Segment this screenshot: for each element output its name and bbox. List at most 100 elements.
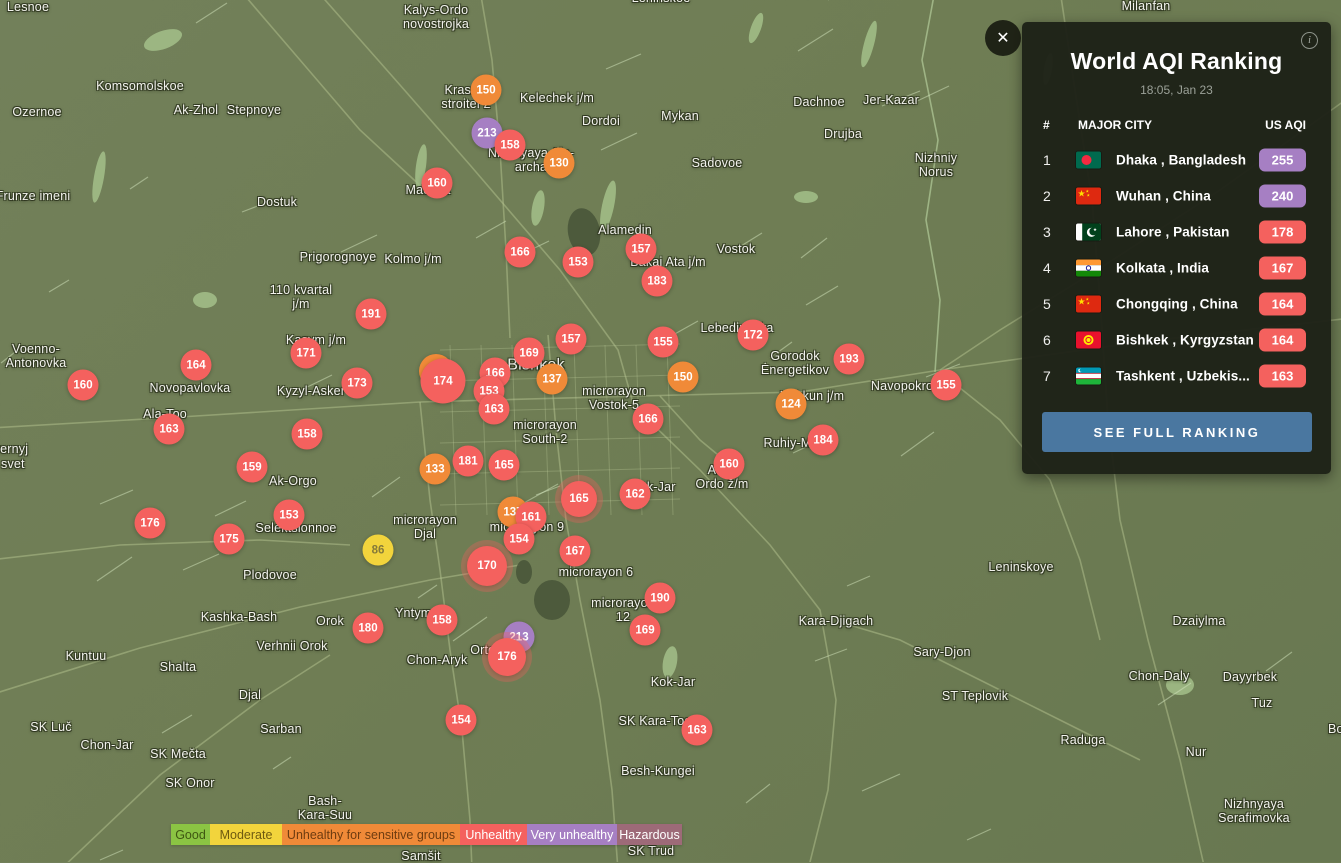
map-label: Kalys-Ordonovostrojka [403,3,469,31]
map-label: Dzaiylma [1173,614,1226,628]
map-label: Leninskoe [632,0,691,5]
aqi-marker[interactable]: 163 [682,715,713,746]
aqi-marker[interactable]: 158 [427,605,458,636]
svg-text:★: ★ [1087,193,1091,198]
map-label: Bash-Kara-Suu [298,794,352,822]
city-name: Tashkent , Uzbekis... [1116,369,1250,384]
aqi-marker[interactable]: 170 [467,546,507,586]
map-label: Stepnoye [227,103,281,117]
aqi-marker[interactable]: 153 [563,247,594,278]
aqi-marker[interactable]: 86 [363,535,394,566]
aqi-marker[interactable]: 154 [504,524,535,555]
legend-usg: Unhealthy for sensitive groups [282,824,460,845]
aqi-marker[interactable]: 124 [776,389,807,420]
legend-unhealthy: Unhealthy [460,824,527,845]
aqi-marker[interactable]: 184 [808,425,839,456]
map-label: Dordoi [582,114,620,128]
rank-number: 4 [1043,260,1051,276]
aqi-marker[interactable]: 159 [237,452,268,483]
aqi-marker[interactable]: 180 [353,613,384,644]
aqi-badge: 167 [1259,257,1306,280]
aqi-marker[interactable]: 174 [421,359,466,404]
aqi-marker[interactable]: 160 [422,168,453,199]
map-label: Prigorognoye [300,250,377,264]
map-label: Samšit [401,849,440,863]
flag-bd-icon [1076,152,1101,169]
aqi-marker[interactable]: 155 [648,327,679,358]
ranking-row-1[interactable]: 1Dhaka , Bangladesh255 [1022,142,1331,178]
aqi-marker[interactable]: 173 [342,368,373,399]
aqi-marker[interactable]: 166 [633,404,664,435]
aqi-marker[interactable]: 171 [291,338,322,369]
aqi-marker[interactable]: 157 [626,234,657,265]
ranking-row-5[interactable]: 5★★★Chongqing , China164 [1022,286,1331,322]
aqi-marker[interactable]: 162 [620,479,651,510]
aqi-marker[interactable]: 130 [544,148,575,179]
aqi-marker[interactable]: 153 [274,500,305,531]
aqi-marker[interactable]: 175 [214,524,245,555]
info-icon[interactable]: i [1301,32,1318,49]
aqi-marker[interactable]: 137 [537,364,568,395]
aqi-marker[interactable]: 157 [556,324,587,355]
aqi-marker[interactable]: 169 [514,338,545,369]
map-label: Novopavlovka [150,381,231,395]
see-full-ranking-button[interactable]: SEE FULL RANKING [1042,412,1312,452]
map-label: Mykan [661,109,699,123]
aqi-marker[interactable]: 154 [446,705,477,736]
aqi-badge: 163 [1259,365,1306,388]
aqi-marker[interactable]: 176 [135,508,166,539]
ranking-row-2[interactable]: 2★★★Wuhan , China240 [1022,178,1331,214]
map-label: Sadovoe [692,156,743,170]
aqi-marker[interactable]: 160 [714,449,745,480]
ranking-row-6[interactable]: 6Bishkek , Kyrgyzstan164 [1022,322,1331,358]
aqi-marker[interactable]: 191 [356,299,387,330]
map-label: Verhnii Orok [256,639,327,653]
aqi-marker[interactable]: 165 [561,481,597,517]
map-label: Nur [1186,745,1207,759]
aqi-marker[interactable]: 166 [505,237,536,268]
aqi-marker[interactable]: 158 [495,130,526,161]
aqi-marker[interactable]: 181 [453,446,484,477]
ranking-row-7[interactable]: 7Tashkent , Uzbekis...163 [1022,358,1331,394]
map-label: Kara-Djigach [799,614,874,628]
aqi-marker[interactable]: 169 [630,615,661,646]
map-label: 110 kvartalj/m [270,283,332,311]
aqi-marker[interactable]: 172 [738,320,769,351]
column-header-aqi: US AQI [1265,118,1306,132]
panel-title: World AQI Ranking [1022,48,1331,75]
ranking-row-3[interactable]: 3★Lahore , Pakistan178 [1022,214,1331,250]
aqi-marker[interactable]: 150 [668,362,699,393]
ranking-row-4[interactable]: 4 Kolkata , India 167 [1022,250,1331,286]
aqi-marker[interactable]: 176 [488,638,526,676]
aqi-marker[interactable]: 193 [834,344,865,375]
aqi-marker[interactable]: 190 [645,583,676,614]
legend-hazardous: Hazardous [617,824,682,845]
aqi-marker[interactable]: 165 [489,450,520,481]
aqi-badge: 164 [1259,329,1306,352]
aqi-marker[interactable]: 150 [471,75,502,106]
aqi-marker[interactable]: 133 [420,454,451,485]
aqi-marker[interactable]: 164 [181,350,212,381]
map-label: Chon-Daly [1129,669,1190,683]
aqi-marker[interactable]: 167 [560,536,591,567]
aqi-marker[interactable]: 163 [154,414,185,445]
city-name: Kolkata , India [1116,261,1209,276]
aqi-marker[interactable]: 163 [479,394,510,425]
aqi-marker[interactable]: 158 [292,419,323,450]
map-label: Tuz [1252,696,1273,710]
close-icon[interactable]: ✕ [985,20,1021,56]
flag-kg-icon [1076,332,1101,349]
flag-uz-icon [1076,368,1101,385]
legend-moderate: Moderate [210,824,282,845]
map-label: Jer-Kazar [863,93,919,107]
map-label: Shalta [160,660,197,674]
map-label: Ak-Zhol [174,103,218,117]
svg-text:★: ★ [1087,301,1091,306]
map-label: microrayon 6 [559,565,634,579]
map-label: Milanfan [1122,0,1171,13]
map-label: Sarban [260,722,302,736]
map-label: Raduga [1061,733,1106,747]
aqi-marker[interactable]: 160 [68,370,99,401]
aqi-marker[interactable]: 155 [931,370,962,401]
aqi-marker[interactable]: 183 [642,266,673,297]
